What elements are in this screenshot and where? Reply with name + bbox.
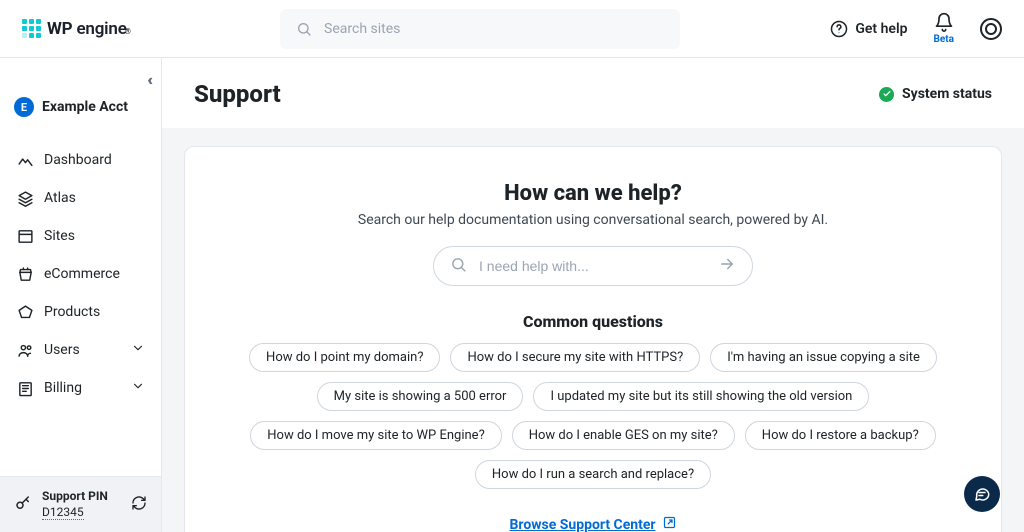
common-question-chip[interactable]: I'm having an issue copying a site xyxy=(710,343,937,372)
common-question-chip[interactable]: My site is showing a 500 error xyxy=(317,382,524,411)
common-questions: How do I point my domain? How do I secure… xyxy=(215,343,971,489)
status-ok-icon xyxy=(879,87,894,102)
sidebar: ‹‹ E Example Acct Dashboard Atlas Sites … xyxy=(0,58,162,532)
global-search[interactable]: Search sites xyxy=(280,9,680,49)
browse-support-center-link[interactable]: Browse Support Center xyxy=(509,515,676,532)
search-icon xyxy=(294,19,314,39)
support-pin-value[interactable]: D12345 xyxy=(42,505,84,520)
ecommerce-icon xyxy=(16,265,34,283)
products-icon xyxy=(16,303,34,321)
sidebar-item-products[interactable]: Products xyxy=(10,293,151,331)
common-question-chip[interactable]: How do I enable GES on my site? xyxy=(512,421,735,450)
billing-icon xyxy=(16,379,34,397)
brand-logo-mark xyxy=(22,19,41,38)
get-help-link[interactable]: Get help xyxy=(829,19,907,39)
chat-fab[interactable] xyxy=(964,476,1000,512)
help-search[interactable] xyxy=(433,246,753,286)
brand-name: WP engine® xyxy=(47,19,131,39)
account-switcher[interactable]: E Example Acct xyxy=(10,97,151,117)
common-question-chip[interactable]: I updated my site but its still showing … xyxy=(533,382,869,411)
bell-icon xyxy=(934,12,954,32)
global-search-placeholder: Search sites xyxy=(324,21,400,37)
common-question-chip[interactable]: How do I point my domain? xyxy=(249,343,440,372)
help-card-subtitle: Search our help documentation using conv… xyxy=(215,212,971,228)
common-question-chip[interactable]: How do I secure my site with HTTPS? xyxy=(450,343,700,372)
support-pin-label: Support PIN xyxy=(42,489,108,503)
page-title: Support xyxy=(194,80,281,108)
chevron-down-icon xyxy=(131,341,145,359)
external-link-icon xyxy=(662,515,677,532)
sidebar-nav: Dashboard Atlas Sites eCommerce Products… xyxy=(10,141,151,476)
brand-logo[interactable]: WP engine® xyxy=(22,19,131,39)
key-icon xyxy=(14,494,32,516)
app-header: WP engine® Search sites Get help Beta xyxy=(0,0,1024,58)
support-pin-panel: Support PIN D12345 xyxy=(0,476,161,532)
common-question-chip[interactable]: How do I run a search and replace? xyxy=(475,460,711,489)
sidebar-item-users[interactable]: Users xyxy=(10,331,151,369)
account-menu[interactable] xyxy=(980,18,1002,40)
dashboard-icon xyxy=(16,151,34,169)
sidebar-item-ecommerce[interactable]: eCommerce xyxy=(10,255,151,293)
sidebar-item-dashboard[interactable]: Dashboard xyxy=(10,141,151,179)
sidebar-item-atlas[interactable]: Atlas xyxy=(10,179,151,217)
account-initial-badge: E xyxy=(14,97,34,117)
search-icon xyxy=(450,256,467,277)
users-icon xyxy=(16,341,34,359)
beta-badge: Beta xyxy=(933,34,954,45)
sites-icon xyxy=(16,227,34,245)
atlas-icon xyxy=(16,189,34,207)
sidebar-item-billing[interactable]: Billing xyxy=(10,369,151,407)
notifications-button[interactable]: Beta xyxy=(933,12,954,45)
account-name: Example Acct xyxy=(42,99,128,115)
help-card-title: How can we help? xyxy=(215,181,971,206)
sidebar-collapse-button[interactable]: ‹‹ xyxy=(147,70,151,97)
refresh-pin-button[interactable] xyxy=(131,495,147,515)
chevron-down-icon xyxy=(131,379,145,397)
main-content: Support System status How can we help? S… xyxy=(162,58,1024,532)
help-card: How can we help? Search our help documen… xyxy=(184,146,1002,532)
arrow-right-icon[interactable] xyxy=(718,255,736,277)
help-icon xyxy=(829,19,849,39)
common-question-chip[interactable]: How do I restore a backup? xyxy=(745,421,936,450)
system-status-link[interactable]: System status xyxy=(879,86,992,102)
sidebar-item-sites[interactable]: Sites xyxy=(10,217,151,255)
help-search-input[interactable] xyxy=(477,257,708,275)
page-header: Support System status xyxy=(162,58,1024,128)
common-questions-title: Common questions xyxy=(215,312,971,331)
common-question-chip[interactable]: How do I move my site to WP Engine? xyxy=(250,421,501,450)
